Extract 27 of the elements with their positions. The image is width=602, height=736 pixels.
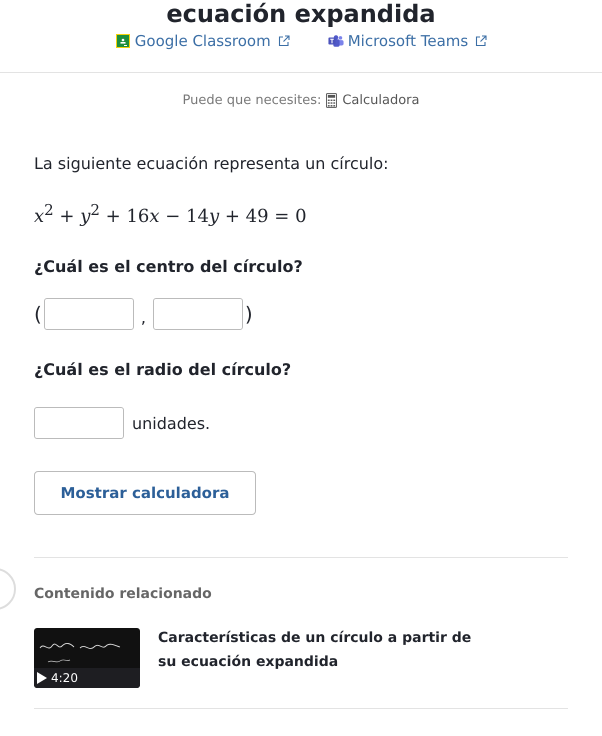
answer-box[interactable] <box>34 407 124 439</box>
related-video-link[interactable]: Características de un círculo a partir de su ecuación expandida <box>158 626 488 674</box>
comma: , <box>140 306 147 326</box>
answer-box[interactable] <box>152 298 243 330</box>
share-link[interactable]: Microsoft Teams <box>328 32 488 50</box>
video-thumbnail[interactable]: 4:20 <box>34 628 140 688</box>
share-link[interactable]: Google Classroom <box>114 32 290 50</box>
parenthesis: ) <box>244 302 253 326</box>
parenthesis: ( <box>34 302 42 326</box>
tools-prefix: Puede que necesites: <box>182 93 322 108</box>
video-duration: 4:20 <box>51 671 78 685</box>
equation: x$^{2}$ + y$^{2}$ + 16x − 14y + 49 = 0 <box>34 201 308 227</box>
external-link-icon <box>278 35 290 47</box>
classroom-icon <box>114 34 131 48</box>
question-text: ¿Cuál es el radio del círculo? <box>34 360 292 379</box>
calculator-link[interactable]: Calculadora <box>326 93 420 108</box>
unit-label: unidades. <box>132 414 210 432</box>
prompt-text: La siguiente ecuación representa un círculo: <box>34 154 390 173</box>
question-text: ¿Cuál es el centro del círculo? <box>34 257 304 276</box>
play-icon <box>37 672 47 684</box>
page-title: ecuación expandida <box>165 0 437 28</box>
external-link-icon <box>475 35 488 47</box>
show-calculator-button[interactable]: Mostrar calculadora <box>34 471 256 515</box>
section-heading: Contenido relacionado <box>34 586 213 602</box>
teams-icon <box>328 34 344 48</box>
calculator-icon <box>326 93 338 108</box>
answer-box[interactable] <box>44 298 134 330</box>
